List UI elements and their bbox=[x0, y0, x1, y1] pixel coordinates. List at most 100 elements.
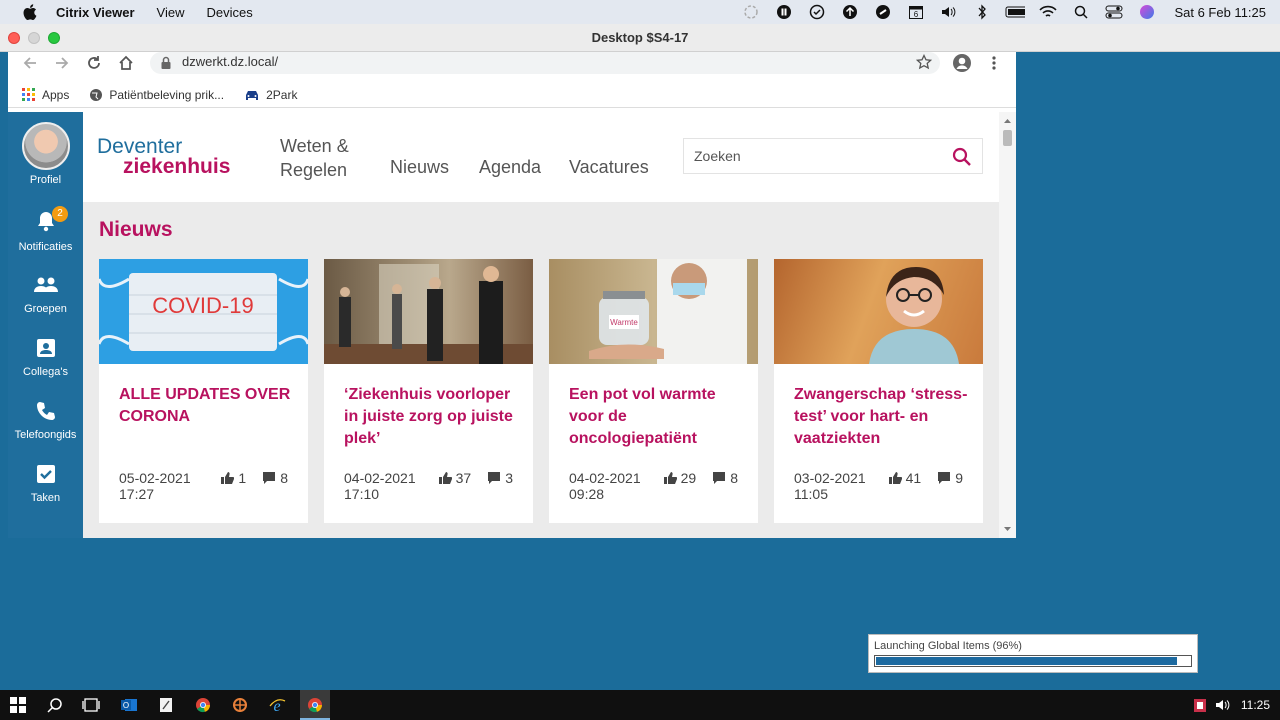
chrome-active-taskbar-button[interactable] bbox=[300, 690, 330, 720]
app-orange-icon[interactable] bbox=[229, 694, 251, 716]
windows-start-icon[interactable] bbox=[7, 694, 29, 716]
account-icon[interactable] bbox=[951, 52, 973, 74]
apple-icon[interactable] bbox=[22, 3, 40, 21]
volume-icon[interactable] bbox=[939, 4, 959, 20]
url-text[interactable]: dzwerkt.dz.local/ bbox=[182, 54, 278, 69]
notepad-icon[interactable] bbox=[155, 694, 177, 716]
menubar-datetime[interactable]: Sat 6 Feb 11:25 bbox=[1174, 5, 1266, 20]
scroll-down-icon[interactable] bbox=[999, 524, 1016, 534]
check-circle-icon[interactable] bbox=[807, 4, 827, 20]
nav-nieuws[interactable]: Nieuws bbox=[390, 157, 449, 178]
outlook-icon[interactable]: O bbox=[118, 694, 140, 716]
bookmark-apps[interactable]: Apps bbox=[22, 87, 70, 102]
news-card-title[interactable]: ‘Ziekenhuis voorloper in juiste zorg op … bbox=[344, 384, 524, 450]
nav-vacatures[interactable]: Vacatures bbox=[569, 157, 649, 178]
thumbs-up-icon[interactable] bbox=[888, 471, 902, 485]
bookmark-2park[interactable]: 2Park bbox=[244, 88, 297, 102]
sync-icon[interactable] bbox=[873, 4, 893, 20]
group-icon bbox=[33, 277, 58, 292]
comment-icon[interactable] bbox=[487, 471, 501, 485]
arrow-circle-icon[interactable] bbox=[840, 4, 860, 20]
sidebar-item-label: Notificaties bbox=[18, 241, 73, 253]
menu-dots-icon[interactable] bbox=[983, 52, 1005, 74]
svg-text:6: 6 bbox=[914, 10, 919, 19]
search-input[interactable]: Zoeken bbox=[683, 138, 983, 174]
menu-app-name[interactable]: Citrix Viewer bbox=[56, 5, 135, 20]
control-center-icon[interactable] bbox=[1104, 4, 1124, 20]
sidebar-item-taken[interactable]: Taken bbox=[8, 463, 83, 504]
chrome-icon[interactable] bbox=[192, 694, 214, 716]
comment-icon[interactable] bbox=[262, 471, 276, 485]
svg-text:O: O bbox=[123, 701, 129, 710]
news-card-date: 03-02-2021 11:05 bbox=[794, 470, 866, 502]
app-sidebar: Profiel 2 Notificaties Groepen Collega's… bbox=[8, 112, 83, 538]
bookmark-patientbeleving[interactable]: Patiëntbeleving prik... bbox=[89, 88, 224, 102]
menu-view[interactable]: View bbox=[157, 5, 185, 20]
sidebar-item-label: Telefoongids bbox=[14, 429, 77, 441]
wifi-icon[interactable] bbox=[1038, 4, 1058, 20]
calendar-icon[interactable]: 6 bbox=[906, 4, 926, 20]
nav-weten-regelen[interactable]: Weten & Regelen bbox=[280, 134, 349, 182]
sidebar-item-label: Taken bbox=[30, 492, 61, 504]
comments-count: 3 bbox=[505, 470, 513, 486]
sidebar-item-telefoongids[interactable]: Telefoongids bbox=[8, 400, 83, 441]
reload-icon[interactable] bbox=[83, 52, 105, 74]
nav-agenda[interactable]: Agenda bbox=[479, 157, 541, 178]
volume-icon[interactable] bbox=[1212, 694, 1234, 716]
likes-count: 1 bbox=[238, 470, 247, 486]
bluetooth-icon[interactable] bbox=[972, 4, 992, 20]
sidebar-item-profiel[interactable]: Profiel bbox=[8, 122, 83, 186]
address-bar[interactable]: dzwerkt.dz.local/ bbox=[150, 52, 940, 74]
sidebar-item-notificaties[interactable]: 2 Notificaties bbox=[8, 206, 83, 253]
search-icon[interactable] bbox=[952, 147, 972, 167]
comment-icon[interactable] bbox=[712, 471, 726, 485]
citrix-titlebar: Desktop $S4-17 bbox=[0, 24, 1280, 52]
lock-icon bbox=[161, 56, 171, 69]
news-card-stats: 37 3 bbox=[438, 470, 513, 486]
news-card[interactable]: Warmte Een pot vol warmte voor de oncolo… bbox=[549, 259, 758, 523]
phone-icon bbox=[36, 402, 55, 420]
news-card-title[interactable]: ALLE UPDATES OVER CORONA bbox=[119, 384, 299, 428]
battery-icon[interactable] bbox=[1005, 4, 1026, 20]
contact-card-icon bbox=[36, 339, 55, 357]
spinner-icon[interactable] bbox=[741, 4, 761, 20]
thumbs-up-icon[interactable] bbox=[663, 471, 677, 485]
news-card[interactable]: COVID-19 ALLE UPDATES OVER CORONA 05-02-… bbox=[99, 259, 308, 523]
news-card-stats: 1 8 bbox=[220, 470, 288, 486]
taskbar-clock[interactable]: 11:25 bbox=[1241, 698, 1270, 712]
menu-devices[interactable]: Devices bbox=[206, 5, 252, 20]
page-scrollbar[interactable] bbox=[999, 112, 1016, 538]
sidebar-item-groepen[interactable]: Groepen bbox=[8, 274, 83, 315]
progress-fill bbox=[876, 657, 1178, 665]
sidebar-item-label: Groepen bbox=[24, 303, 67, 315]
task-view-icon[interactable] bbox=[80, 694, 102, 716]
news-card[interactable]: ‘Ziekenhuis voorloper in juiste zorg op … bbox=[324, 259, 533, 523]
scroll-up-icon[interactable] bbox=[999, 116, 1016, 126]
news-card-title[interactable]: Zwangerschap ‘stress-test’ voor hart- en… bbox=[794, 384, 974, 450]
news-section-title: Nieuws bbox=[99, 218, 173, 241]
progress-label: Launching Global Items (96%) bbox=[874, 640, 1022, 652]
news-card-image: Warmte bbox=[549, 259, 758, 364]
search-icon[interactable] bbox=[44, 694, 66, 716]
thumbs-up-icon[interactable] bbox=[220, 471, 235, 485]
progress-bar bbox=[874, 655, 1192, 667]
scroll-thumb[interactable] bbox=[1003, 130, 1012, 146]
mac-menubar: Citrix Viewer View Devices 6 Sat 6 Feb 1… bbox=[0, 0, 1280, 24]
search-icon[interactable] bbox=[1071, 4, 1091, 20]
internet-explorer-icon[interactable]: e bbox=[266, 694, 288, 716]
news-card[interactable]: Zwangerschap ‘stress-test’ voor hart- en… bbox=[774, 259, 983, 523]
pause-icon[interactable] bbox=[774, 4, 794, 20]
sidebar-item-collegas[interactable]: Collega's bbox=[8, 337, 83, 378]
bookmark-apps-label: Apps bbox=[42, 87, 70, 102]
home-icon[interactable] bbox=[115, 52, 137, 74]
thumbs-up-icon[interactable] bbox=[438, 471, 452, 485]
deventer-ziekenhuis-logo[interactable]: Deventer ziekenhuis bbox=[97, 136, 237, 176]
siri-icon[interactable] bbox=[1137, 4, 1157, 20]
back-arrow-icon[interactable] bbox=[19, 52, 41, 74]
star-icon[interactable] bbox=[916, 54, 932, 70]
comment-icon[interactable] bbox=[937, 471, 951, 485]
news-card-title[interactable]: Een pot vol warmte voor de oncologiepati… bbox=[569, 384, 749, 450]
comments-count: 8 bbox=[280, 470, 288, 486]
forward-arrow-icon[interactable] bbox=[51, 52, 73, 74]
tray-app-icon[interactable] bbox=[1189, 694, 1211, 716]
